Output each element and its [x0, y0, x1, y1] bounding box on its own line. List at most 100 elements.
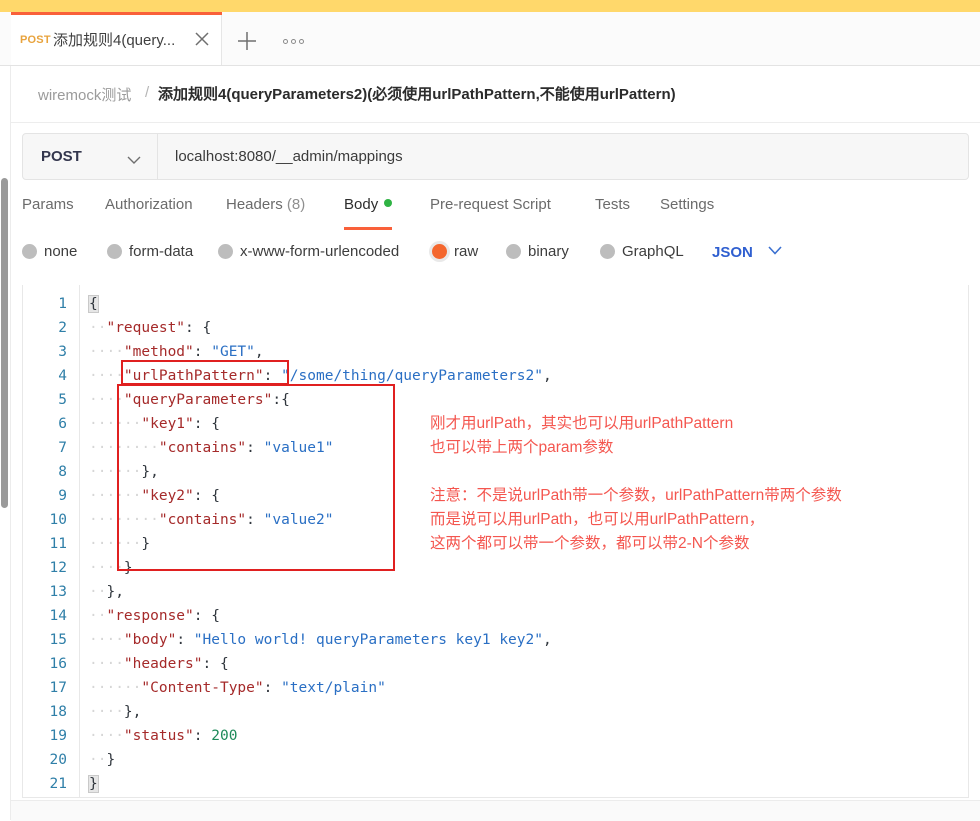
code-line[interactable]: 4 ····"urlPathPattern": "/some/thing/quer… [23, 364, 968, 388]
bottom-strip [11, 800, 980, 821]
code-text[interactable]: ····} [89, 556, 133, 580]
line-number: 6 [58, 416, 67, 432]
code-text[interactable]: ········"contains": "value1" [89, 436, 333, 460]
code-text[interactable]: ····"body": "Hello world! queryParameter… [89, 628, 552, 652]
annotation-note-2-line-1: 注意：不是说urlPath带一个参数，urlPathPattern带两个参数 [430, 487, 842, 504]
annotation-note-1-line-2: 也可以带上两个param参数 [430, 439, 614, 456]
code-line[interactable]: 1{ [23, 292, 968, 316]
code-text[interactable]: } [88, 772, 99, 796]
tab-headers[interactable]: Headers (8) [226, 196, 305, 213]
code-text[interactable]: ··"request": { [89, 316, 211, 340]
tab-headers-label: Headers [226, 196, 283, 213]
body-type-form-data-label: form-data [129, 243, 194, 260]
code-text[interactable]: ······"Content-Type": "text/plain" [89, 676, 386, 700]
url-bar: POST localhost:8080/__admin/mappings [22, 133, 969, 180]
plus-icon[interactable] [234, 28, 260, 54]
code-line[interactable]: 16 ····"headers": { [23, 652, 968, 676]
line-number: 18 [49, 704, 67, 720]
annotation-note-2-line-2: 而是说可以用urlPath，也可以用urlPathPattern， [430, 511, 765, 528]
code-text[interactable]: ······"key1": { [89, 412, 220, 436]
line-number: 16 [49, 656, 67, 672]
body-type-none[interactable]: none [22, 243, 77, 260]
breadcrumb: wiremock测试 / 添加规则4(queryParameters2)(必须使… [11, 66, 980, 123]
line-number: 5 [58, 392, 67, 408]
code-text[interactable]: ······"key2": { [89, 484, 220, 508]
body-type-options: none form-data x-www-form-urlencoded raw… [22, 243, 969, 271]
code-text[interactable]: ··"response": { [89, 604, 220, 628]
code-line[interactable]: 3 ····"method": "GET", [23, 340, 968, 364]
http-method-select[interactable]: POST [23, 134, 158, 179]
chevron-down-icon [127, 152, 141, 164]
code-text[interactable]: ····"urlPathPattern": "/some/thing/query… [89, 364, 552, 388]
line-number: 21 [49, 776, 67, 792]
body-type-urlencoded[interactable]: x-www-form-urlencoded [218, 243, 399, 260]
code-line[interactable]: 15 ····"body": "Hello world! queryParamet… [23, 628, 968, 652]
annotation-note-2: 注意：不是说urlPath带一个参数，urlPathPattern带两个参数 而… [430, 484, 842, 556]
code-text[interactable]: ········"contains": "value2" [89, 508, 333, 532]
tab-body[interactable]: Body [344, 196, 393, 230]
url-input[interactable]: localhost:8080/__admin/mappings [175, 148, 403, 165]
code-line[interactable]: 19 ····"status": 200 [23, 724, 968, 748]
tab-headers-count: (8) [286, 196, 306, 213]
line-number: 14 [49, 608, 67, 624]
code-line[interactable]: 2 ··"request": { [23, 316, 968, 340]
vertical-scrollbar-thumb[interactable] [1, 178, 8, 508]
window-top-accent-bar [0, 0, 980, 12]
left-rail [0, 66, 10, 820]
code-line[interactable]: 21} [23, 772, 968, 796]
tab-title-label: 添加规则4(query... [53, 32, 176, 49]
request-tab[interactable]: POST 添加规则4(query... [11, 12, 222, 65]
tab-active-accent [11, 12, 222, 15]
code-text[interactable]: ··}, [89, 580, 124, 604]
tab-method-label: POST [20, 34, 51, 46]
breadcrumb-separator: / [145, 84, 150, 101]
code-text[interactable]: ····"queryParameters":{ [89, 388, 290, 412]
tab-authorization[interactable]: Authorization [105, 196, 193, 213]
ellipsis-icon[interactable] [278, 34, 308, 48]
http-method-label: POST [41, 148, 82, 165]
page-title: 添加规则4(queryParameters2)(必须使用urlPathPatte… [158, 86, 676, 103]
body-type-binary-label: binary [528, 243, 569, 260]
body-type-graphql[interactable]: GraphQL [600, 243, 684, 260]
code-line[interactable]: 12 ····} [23, 556, 968, 580]
code-text[interactable]: ····"headers": { [89, 652, 229, 676]
radio-selected-icon [432, 244, 447, 259]
body-format-select[interactable]: JSON [712, 243, 783, 261]
code-text[interactable]: { [88, 292, 99, 316]
code-text[interactable]: ····"status": 200 [89, 724, 237, 748]
line-number: 8 [58, 464, 67, 480]
code-text[interactable]: ······}, [89, 460, 159, 484]
line-number: 11 [49, 536, 67, 552]
annotation-note-1: 刚才用urlPath，其实也可以用urlPathPattern 也可以带上两个p… [430, 412, 733, 460]
line-number: 19 [49, 728, 67, 744]
code-text[interactable]: ····}, [89, 700, 141, 724]
tab-pre-request-script[interactable]: Pre-request Script [430, 196, 551, 213]
line-number: 3 [58, 344, 67, 360]
body-type-form-data[interactable]: form-data [107, 243, 193, 260]
code-text[interactable]: ······} [89, 532, 150, 556]
line-number: 9 [58, 488, 67, 504]
code-text[interactable]: ····"method": "GET", [89, 340, 264, 364]
breadcrumb-collection[interactable]: wiremock测试 [38, 84, 131, 105]
code-line[interactable]: 13 ··}, [23, 580, 968, 604]
radio-icon [22, 244, 37, 259]
code-line[interactable]: 17 ······"Content-Type": "text/plain" [23, 676, 968, 700]
code-line[interactable]: 5 ····"queryParameters":{ [23, 388, 968, 412]
code-line[interactable]: 18 ····}, [23, 700, 968, 724]
close-icon[interactable] [191, 28, 213, 50]
body-has-content-dot-icon [384, 199, 393, 207]
tab-settings[interactable]: Settings [660, 196, 714, 213]
code-line[interactable]: 8 ······}, [23, 460, 968, 484]
code-line[interactable]: 14 ··"response": { [23, 604, 968, 628]
chevron-down-icon [767, 243, 783, 261]
tab-tests[interactable]: Tests [595, 196, 630, 213]
body-type-raw[interactable]: raw [432, 243, 478, 260]
tab-params[interactable]: Params [22, 196, 74, 213]
body-type-urlencoded-label: x-www-form-urlencoded [240, 243, 400, 260]
line-number: 2 [58, 320, 67, 336]
radio-icon [506, 244, 521, 259]
body-type-none-label: none [44, 243, 78, 260]
body-type-binary[interactable]: binary [506, 243, 569, 260]
code-line[interactable]: 20 ··} [23, 748, 968, 772]
code-text[interactable]: ··} [89, 748, 115, 772]
